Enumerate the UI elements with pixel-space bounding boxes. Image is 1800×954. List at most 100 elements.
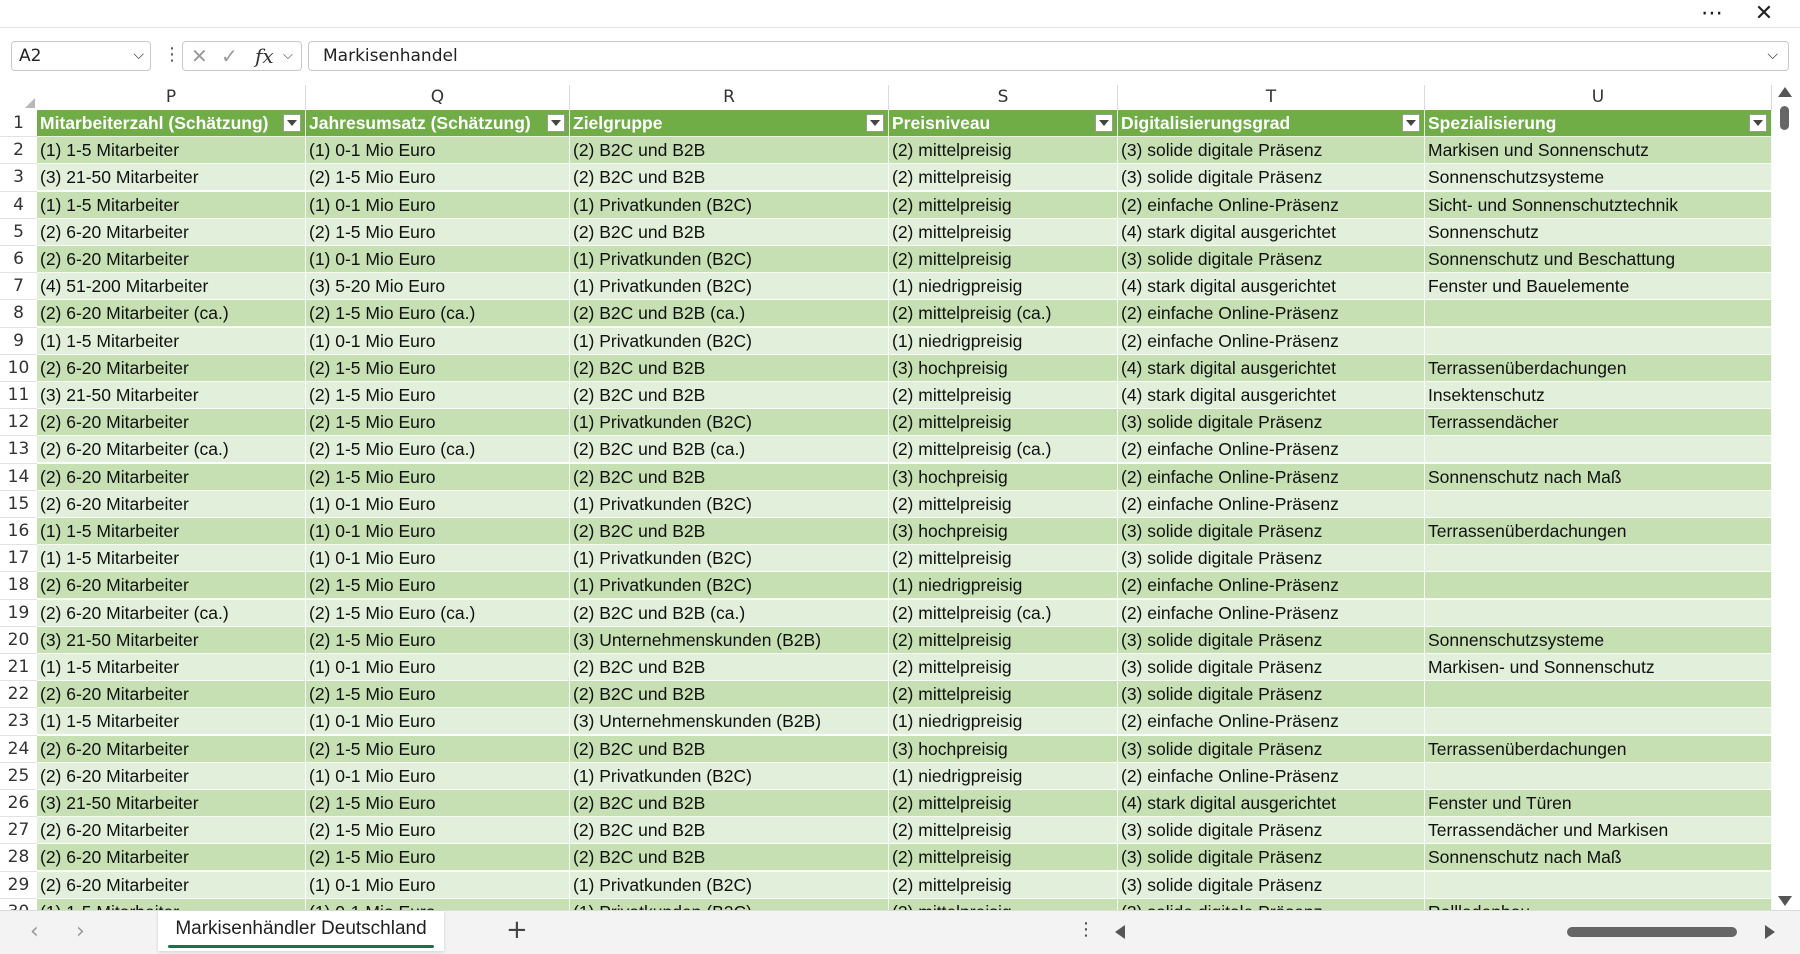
- row-header[interactable]: 25: [0, 762, 37, 790]
- vertical-scrollbar[interactable]: [1772, 85, 1800, 910]
- scroll-thumb[interactable]: [1567, 927, 1737, 937]
- table-cell[interactable]: (3) hochpreisig: [889, 354, 1118, 382]
- table-cell[interactable]: (2) B2C und B2B: [570, 518, 889, 545]
- row-header[interactable]: 9: [0, 327, 37, 355]
- scroll-right-icon[interactable]: [1765, 925, 1775, 939]
- row-header[interactable]: 26: [0, 790, 37, 818]
- table-header-cell[interactable]: Digitalisierungsgrad: [1118, 110, 1425, 137]
- table-cell[interactable]: (2) 6-20 Mitarbeiter (ca.): [37, 300, 306, 328]
- close-icon[interactable]: ✕: [1747, 0, 1781, 27]
- table-header-cell[interactable]: Spezialisierung: [1425, 110, 1772, 137]
- row-header[interactable]: 7: [0, 273, 37, 301]
- table-cell[interactable]: (1) Privatkunden (B2C): [570, 490, 889, 518]
- table-cell[interactable]: (1) Privatkunden (B2C): [570, 191, 889, 219]
- ellipsis-icon[interactable]: ⋯: [1694, 0, 1730, 27]
- filter-dropdown-icon[interactable]: [1749, 114, 1767, 132]
- row-header[interactable]: 14: [0, 463, 37, 491]
- table-cell[interactable]: (2) einfache Online-Präsenz: [1118, 572, 1425, 600]
- table-cell[interactable]: Terrassenüberdachungen: [1425, 518, 1772, 545]
- table-cell[interactable]: Fenster und Bauelemente: [1425, 273, 1772, 301]
- table-cell[interactable]: (2) mittelpreisig: [889, 817, 1118, 845]
- sheet-tab-markisenhaendler[interactable]: Markisenhändler Deutschland: [158, 911, 444, 951]
- row-header[interactable]: 5: [0, 218, 37, 246]
- row-header[interactable]: 15: [0, 490, 37, 518]
- table-cell[interactable]: Terrassendächer und Markisen: [1425, 817, 1772, 845]
- table-cell[interactable]: (1) Privatkunden (B2C): [570, 273, 889, 301]
- fx-icon[interactable]: fx: [255, 44, 274, 68]
- table-cell[interactable]: (3) hochpreisig: [889, 518, 1118, 545]
- table-cell[interactable]: (2) B2C und B2B: [570, 654, 889, 681]
- table-cell[interactable]: (2) mittelpreisig: [889, 545, 1118, 573]
- table-cell[interactable]: (1) 1-5 Mitarbeiter: [37, 708, 306, 736]
- table-cell[interactable]: (2) 1-5 Mio Euro: [306, 817, 570, 845]
- horizontal-scrollbar[interactable]: [1115, 919, 1775, 945]
- table-cell[interactable]: (2) B2C und B2B: [570, 137, 889, 165]
- table-cell[interactable]: Sicht- und Sonnenschutztechnik: [1425, 191, 1772, 219]
- row-header[interactable]: 19: [0, 599, 37, 627]
- table-cell[interactable]: [1425, 545, 1772, 573]
- table-cell[interactable]: [1425, 762, 1772, 790]
- table-cell[interactable]: (2) mittelpreisig: [889, 409, 1118, 437]
- table-cell[interactable]: (1) 1-5 Mitarbeiter: [37, 518, 306, 545]
- table-cell[interactable]: (2) 6-20 Mitarbeiter: [37, 354, 306, 382]
- table-cell[interactable]: (2) 1-5 Mio Euro: [306, 354, 570, 382]
- table-cell[interactable]: (2) B2C und B2B: [570, 817, 889, 845]
- row-header[interactable]: 21: [0, 654, 37, 682]
- table-cell[interactable]: (4) stark digital ausgerichtet: [1118, 790, 1425, 817]
- table-cell[interactable]: (1) 0-1 Mio Euro: [306, 246, 570, 273]
- table-cell[interactable]: (2) 1-5 Mio Euro: [306, 409, 570, 437]
- table-cell[interactable]: (3) 5-20 Mio Euro: [306, 273, 570, 301]
- filter-dropdown-icon[interactable]: [1095, 114, 1113, 132]
- table-cell[interactable]: (2) mittelpreisig (ca.): [889, 436, 1118, 464]
- table-cell[interactable]: (2) mittelpreisig: [889, 164, 1118, 192]
- vertical-ellipsis-icon[interactable]: ⋮: [163, 44, 181, 65]
- table-cell[interactable]: (2) 1-5 Mio Euro: [306, 218, 570, 246]
- table-cell[interactable]: (3) solide digitale Präsenz: [1118, 654, 1425, 681]
- table-cell[interactable]: (1) 0-1 Mio Euro: [306, 762, 570, 790]
- table-cell[interactable]: Sonnenschutz: [1425, 218, 1772, 246]
- table-cell[interactable]: Terrassenüberdachungen: [1425, 354, 1772, 382]
- table-cell[interactable]: (2) 1-5 Mio Euro: [306, 790, 570, 817]
- table-cell[interactable]: (2) 6-20 Mitarbeiter: [37, 463, 306, 491]
- table-cell[interactable]: (2) B2C und B2B: [570, 164, 889, 192]
- table-cell[interactable]: Sonnenschutz nach Maß: [1425, 844, 1772, 872]
- table-cell[interactable]: [1425, 572, 1772, 600]
- table-cell[interactable]: [1425, 708, 1772, 736]
- table-cell[interactable]: (1) niedrigpreisig: [889, 708, 1118, 736]
- table-cell[interactable]: (2) einfache Online-Präsenz: [1118, 327, 1425, 355]
- table-cell[interactable]: (3) solide digitale Präsenz: [1118, 844, 1425, 872]
- table-cell[interactable]: (2) 1-5 Mio Euro: [306, 382, 570, 409]
- table-cell[interactable]: (2) 1-5 Mio Euro: [306, 572, 570, 600]
- table-cell[interactable]: (2) mittelpreisig: [889, 137, 1118, 165]
- table-cell[interactable]: (2) 6-20 Mitarbeiter: [37, 735, 306, 763]
- row-header[interactable]: 10: [0, 354, 37, 382]
- table-cell[interactable]: (2) 1-5 Mio Euro: [306, 164, 570, 192]
- table-cell[interactable]: (1) Privatkunden (B2C): [570, 246, 889, 273]
- table-cell[interactable]: (2) 1-5 Mio Euro: [306, 735, 570, 763]
- table-cell[interactable]: (2) einfache Online-Präsenz: [1118, 599, 1425, 627]
- row-header[interactable]: 2: [0, 137, 37, 165]
- table-cell[interactable]: (3) 21-50 Mitarbeiter: [37, 626, 306, 654]
- table-cell[interactable]: Markisen und Sonnenschutz: [1425, 137, 1772, 165]
- name-box[interactable]: A2 ⌵: [11, 41, 151, 71]
- row-header[interactable]: 8: [0, 300, 37, 328]
- table-cell[interactable]: Terrassenüberdachungen: [1425, 735, 1772, 763]
- table-cell[interactable]: Markisen- und Sonnenschutz: [1425, 654, 1772, 681]
- filter-dropdown-icon[interactable]: [547, 114, 565, 132]
- table-cell[interactable]: (2) mittelpreisig: [889, 490, 1118, 518]
- next-sheet-icon[interactable]: ›: [76, 919, 85, 944]
- table-cell[interactable]: (2) einfache Online-Präsenz: [1118, 191, 1425, 219]
- table-cell[interactable]: (2) B2C und B2B: [570, 218, 889, 246]
- table-cell[interactable]: (3) solide digitale Präsenz: [1118, 409, 1425, 437]
- expand-formula-icon[interactable]: ⌵: [1767, 47, 1778, 63]
- table-cell[interactable]: (1) 0-1 Mio Euro: [306, 518, 570, 545]
- table-cell[interactable]: (3) solide digitale Präsenz: [1118, 626, 1425, 654]
- table-cell[interactable]: (2) 6-20 Mitarbeiter (ca.): [37, 436, 306, 464]
- table-cell[interactable]: (4) stark digital ausgerichtet: [1118, 273, 1425, 301]
- filter-dropdown-icon[interactable]: [283, 114, 301, 132]
- table-cell[interactable]: Sonnenschutz und Beschattung: [1425, 246, 1772, 273]
- table-header-cell[interactable]: Jahresumsatz (Schätzung): [306, 110, 570, 137]
- table-cell[interactable]: Sonnenschutz nach Maß: [1425, 463, 1772, 491]
- table-cell[interactable]: (2) einfache Online-Präsenz: [1118, 708, 1425, 736]
- table-cell[interactable]: (2) einfache Online-Präsenz: [1118, 436, 1425, 464]
